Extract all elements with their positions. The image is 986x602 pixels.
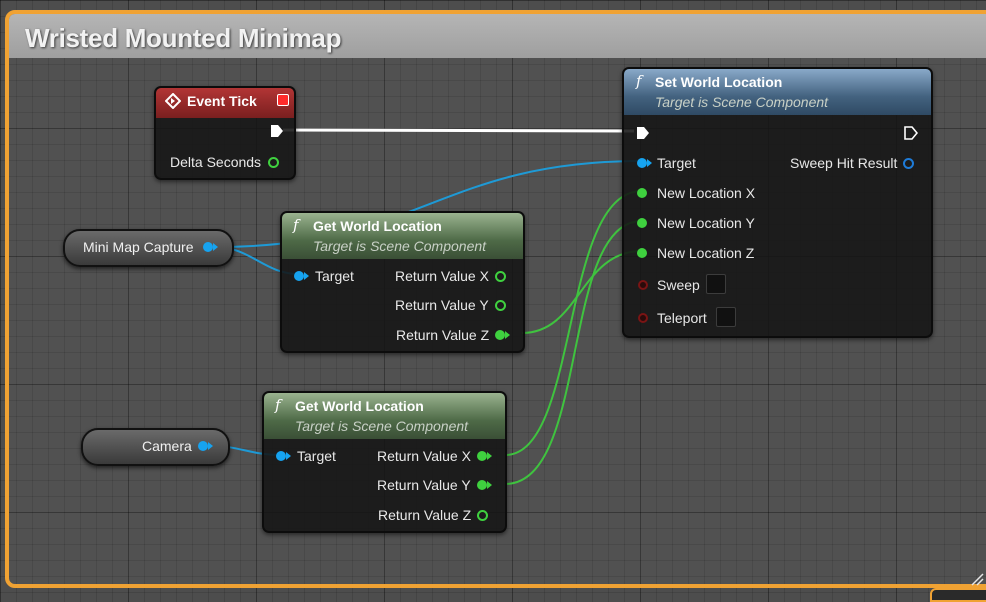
function-f-icon: f [293, 216, 299, 234]
sweep-hit-result-pin[interactable] [903, 158, 914, 169]
new-location-x-label: New Location X [657, 185, 756, 201]
sweep-pin[interactable] [638, 280, 648, 290]
new-location-x-pin[interactable] [637, 188, 647, 198]
gwl1-header: f Get World Location Target is Scene Com… [282, 213, 523, 259]
mini-map-capture-pin[interactable] [203, 242, 218, 252]
gwl1-return-z-label: Return Value Z [396, 327, 490, 343]
new-location-z-label: New Location Z [657, 245, 755, 261]
gwl1-target-pin[interactable] [294, 271, 309, 281]
gwl2-return-z-pin[interactable] [477, 510, 488, 521]
new-location-z-pin[interactable] [637, 248, 647, 258]
gwl2-target-label: Target [297, 448, 336, 464]
gwl1-return-x-pin[interactable] [495, 271, 506, 282]
function-f-icon: f [636, 72, 642, 90]
exec-wire [282, 128, 635, 133]
gwl1-return-y-label: Return Value Y [395, 297, 489, 313]
event-diamond-icon [165, 93, 181, 109]
exec-in-pin[interactable] [636, 126, 650, 140]
gwl1-title: Get World Location [313, 218, 442, 234]
sweep-label: Sweep [657, 277, 700, 293]
gwl2-header: f Get World Location Target is Scene Com… [264, 393, 505, 439]
mini-map-capture-label: Mini Map Capture [83, 239, 194, 255]
teleport-checkbox[interactable] [716, 307, 736, 327]
swl-target-pin[interactable] [637, 158, 652, 168]
gwl2-return-y-label: Return Value Y [377, 477, 471, 493]
gwl1-target-label: Target [315, 268, 354, 284]
teleport-label: Teleport [657, 310, 707, 326]
gwl2-title: Get World Location [295, 398, 424, 414]
gwl2-return-x-label: Return Value X [377, 448, 471, 464]
exec-then-pin[interactable] [904, 126, 918, 140]
stop-icon [277, 94, 289, 106]
camera-variable[interactable]: Camera [81, 428, 230, 466]
gwl2-target-pin[interactable] [276, 451, 291, 461]
gwl1-subtitle: Target is Scene Component [313, 238, 487, 254]
teleport-pin[interactable] [638, 313, 648, 323]
gwl1-return-z-pin[interactable] [495, 330, 510, 340]
swl-title: Set World Location [655, 74, 783, 90]
get-world-location-node-2[interactable]: f Get World Location Target is Scene Com… [262, 391, 507, 533]
gwl1-return-x-label: Return Value X [395, 268, 489, 284]
resize-grip-icon[interactable] [970, 572, 984, 586]
offscreen-node-corner [930, 588, 986, 602]
event-tick-title: Event Tick [187, 93, 257, 109]
event-tick-header: Event Tick [156, 88, 294, 118]
mini-map-capture-variable[interactable]: Mini Map Capture [63, 229, 234, 267]
gwl2-return-z-label: Return Value Z [378, 507, 472, 523]
swl-subtitle: Target is Scene Component [655, 94, 829, 110]
swl-target-label: Target [657, 155, 696, 171]
gwl2-subtitle: Target is Scene Component [295, 418, 469, 434]
swl-header: f Set World Location Target is Scene Com… [624, 69, 931, 115]
sweep-hit-result-label: Sweep Hit Result [790, 155, 898, 171]
camera-pin[interactable] [198, 441, 213, 451]
sweep-checkbox[interactable] [706, 274, 726, 294]
exec-out-pin[interactable] [270, 124, 284, 138]
gwl2-return-y-pin[interactable] [477, 480, 492, 490]
new-location-y-label: New Location Y [657, 215, 755, 231]
delta-seconds-pin[interactable] [268, 157, 279, 168]
function-f-icon: f [275, 396, 281, 414]
camera-label: Camera [142, 438, 192, 454]
gwl1-return-y-pin[interactable] [495, 300, 506, 311]
gwl2-return-x-pin[interactable] [477, 451, 492, 461]
event-tick-node[interactable]: Event Tick Delta Seconds [154, 86, 296, 180]
new-location-y-pin[interactable] [637, 218, 647, 228]
get-world-location-node-1[interactable]: f Get World Location Target is Scene Com… [280, 211, 525, 353]
delta-seconds-label: Delta Seconds [170, 154, 262, 170]
set-world-location-node[interactable]: f Set World Location Target is Scene Com… [622, 67, 933, 338]
